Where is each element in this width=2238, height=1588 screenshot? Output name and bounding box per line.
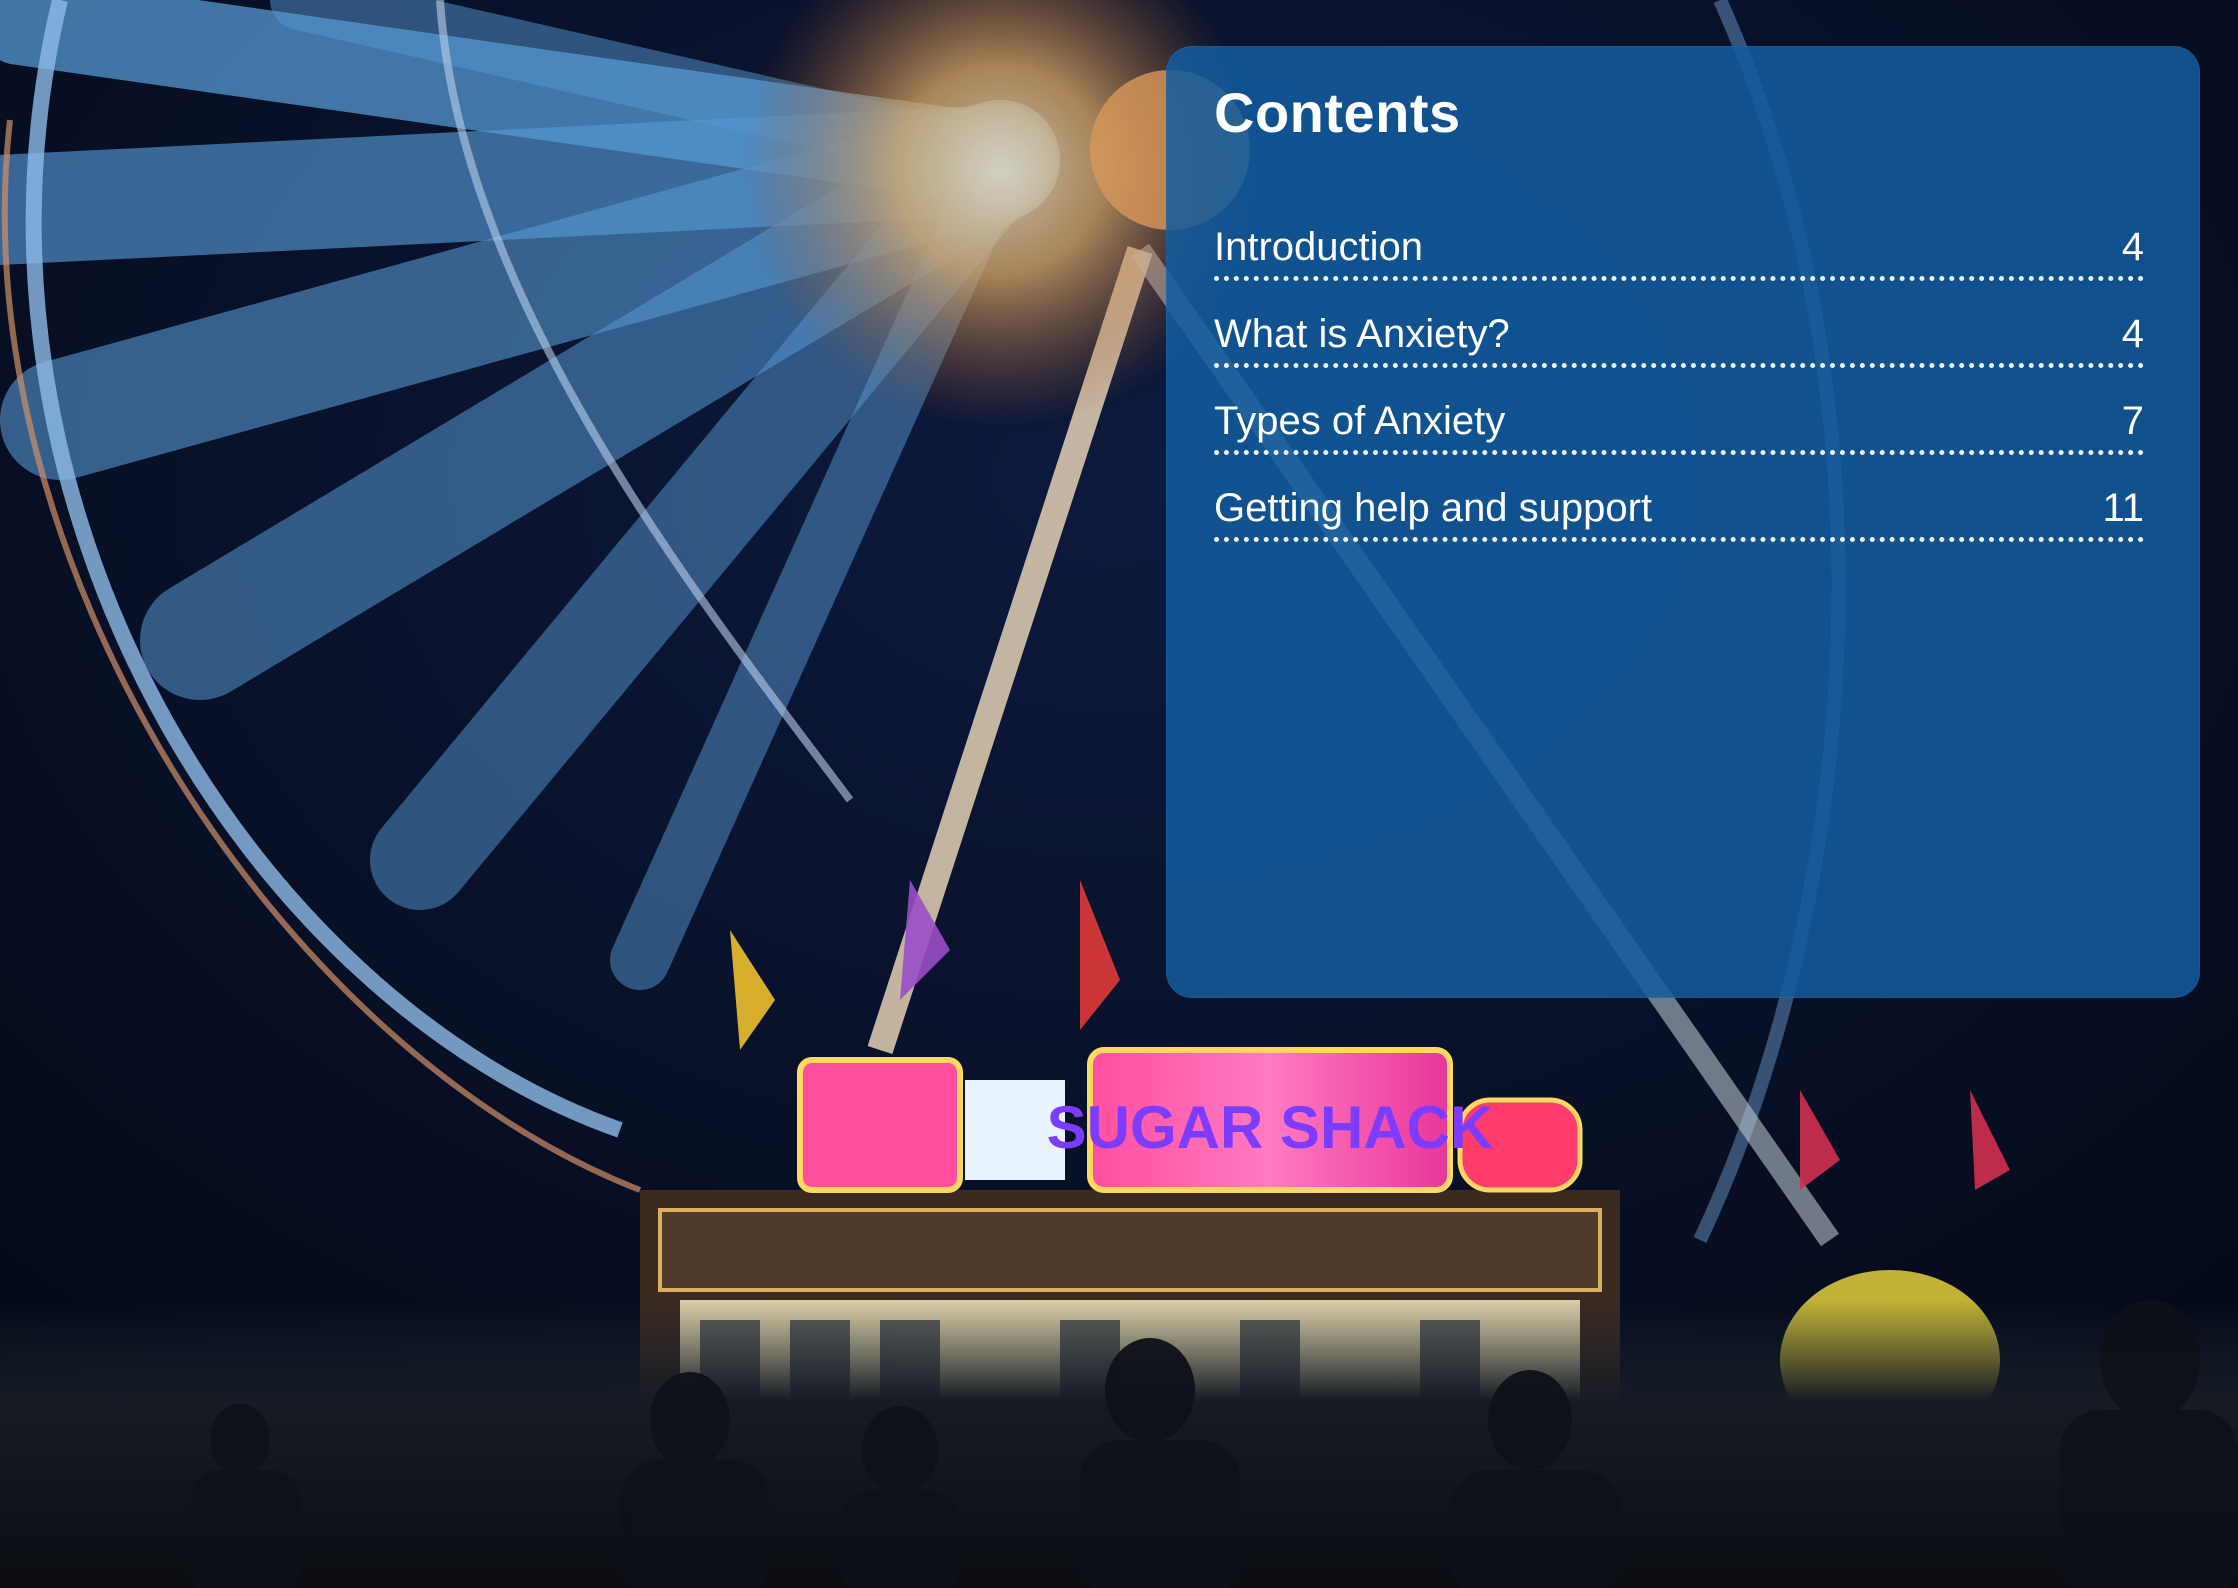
- toc-entry-what-is-anxiety[interactable]: What is Anxiety? 4: [1214, 298, 2144, 368]
- contents-title: Contents: [1214, 81, 1461, 144]
- toc-entry-introduction[interactable]: Introduction 4: [1214, 211, 2144, 281]
- toc-entry-label: Types of Anxiety: [1214, 399, 1506, 443]
- toc-list: Introduction 4 What is Anxiety? 4 Types …: [1214, 211, 2144, 559]
- toc-entry-label: Introduction: [1214, 225, 1424, 269]
- toc-entry-types-of-anxiety[interactable]: Types of Anxiety 7: [1214, 385, 2144, 455]
- toc-entry-label: What is Anxiety?: [1214, 312, 1510, 356]
- toc-entry-page: 4: [2121, 225, 2144, 269]
- contents-panel: Contents Introduction 4 What is Anxiety?…: [1166, 46, 2200, 998]
- toc-entry-label: Getting help and support: [1214, 486, 1653, 530]
- toc-entry-page: 4: [2121, 312, 2144, 356]
- toc-entry-page: 11: [2102, 486, 2144, 530]
- stall-sign-text: SUGAR SHACK: [1047, 1094, 1494, 1161]
- toc-entry-getting-help[interactable]: Getting help and support 11: [1214, 472, 2144, 542]
- toc-entry-page: 7: [2121, 399, 2144, 443]
